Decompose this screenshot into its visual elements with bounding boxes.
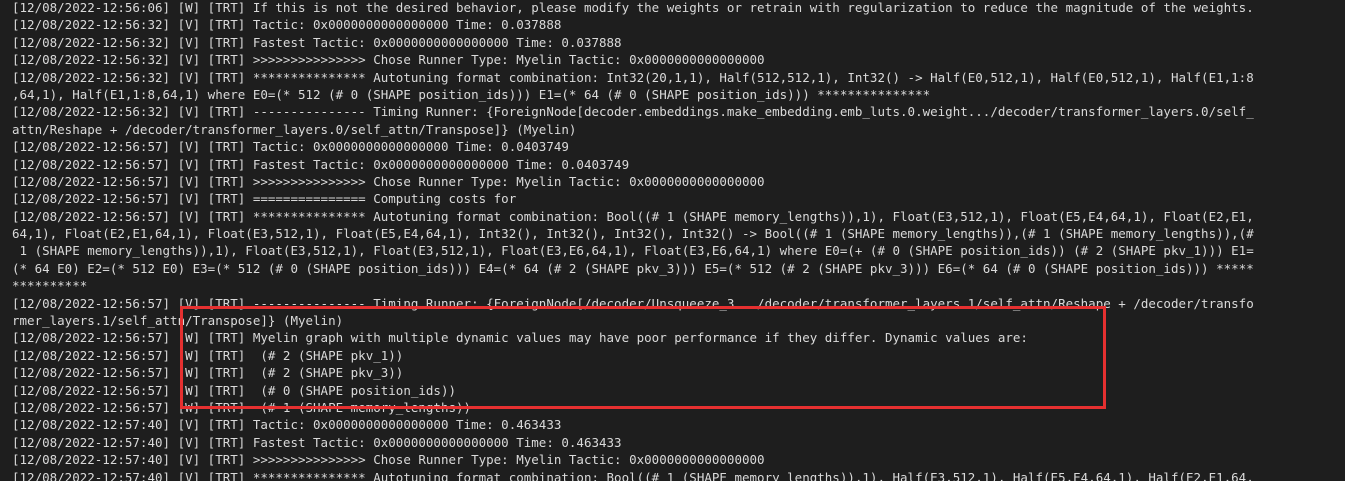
log-line: [12/08/2022-12:57:40] [V] [TRT] ********…: [12, 469, 1254, 481]
log-line: [12/08/2022-12:56:32] [V] [TRT] --------…: [12, 104, 1254, 120]
warning-log-line: [12/08/2022-12:56:57] [W] [TRT] (# 2 (SH…: [12, 365, 404, 381]
terminal-window[interactable]: [12/08/2022-12:56:06] [W] [TRT] If this …: [0, 0, 1345, 481]
log-line: [12/08/2022-12:56:32] [V] [TRT] Fastest …: [12, 34, 622, 50]
log-line: [12/08/2022-12:56:06] [W] [TRT] If this …: [12, 0, 1254, 15]
log-line: [12/08/2022-12:57:40] [V] [TRT] Tactic: …: [12, 417, 562, 433]
log-line: [12/08/2022-12:56:57] [V] [TRT] --------…: [12, 295, 1254, 311]
log-line: [12/08/2022-12:56:32] [V] [TRT] Tactic: …: [12, 17, 562, 33]
warning-log-line: [12/08/2022-12:56:57] [W] [TRT] (# 1 (SH…: [12, 399, 472, 415]
log-line: [12/08/2022-12:56:57] [V] [TRT] Fastest …: [12, 156, 630, 172]
log-line: [12/08/2022-12:57:40] [V] [TRT] Fastest …: [12, 434, 622, 450]
log-line: [12/08/2022-12:56:32] [V] [TRT] ********…: [12, 69, 1254, 85]
log-line: **********: [12, 278, 88, 294]
log-line: ,64,1), Half(E1,1:8,64,1) where E0=(* 51…: [12, 86, 931, 102]
log-line: [12/08/2022-12:56:57] [V] [TRT] ========…: [12, 191, 517, 207]
terminal-log-output: [12/08/2022-12:56:06] [W] [TRT] If this …: [12, 0, 1342, 481]
log-line: attn/Reshape + /decoder/transformer_laye…: [12, 121, 577, 137]
log-line: 64,1), Float(E2,E1,64,1), Float(E3,512,1…: [12, 226, 1254, 242]
log-line: [12/08/2022-12:56:57] [V] [TRT] >>>>>>>>…: [12, 173, 765, 189]
log-line: [12/08/2022-12:56:57] [V] [TRT] ********…: [12, 208, 1254, 224]
log-line: [12/08/2022-12:57:40] [V] [TRT] >>>>>>>>…: [12, 452, 765, 468]
warning-log-line: [12/08/2022-12:56:57] [W] [TRT] (# 0 (SH…: [12, 382, 457, 398]
log-line: [12/08/2022-12:56:57] [V] [TRT] Tactic: …: [12, 139, 569, 155]
warning-log-line: [12/08/2022-12:56:57] [W] [TRT] (# 2 (SH…: [12, 347, 404, 363]
log-line: 1 (SHAPE memory_lengths)),1), Float(E3,5…: [12, 243, 1254, 259]
warning-log-line: [12/08/2022-12:56:57] [W] [TRT] Myelin g…: [12, 330, 1028, 346]
log-line: rmer_layers.1/self_attn/Transpose]} (Mye…: [12, 313, 344, 329]
log-line: [12/08/2022-12:56:32] [V] [TRT] >>>>>>>>…: [12, 52, 765, 68]
log-line: (* 64 E0) E2=(* 512 E0) E3=(* 512 (# 0 (…: [12, 260, 1254, 276]
